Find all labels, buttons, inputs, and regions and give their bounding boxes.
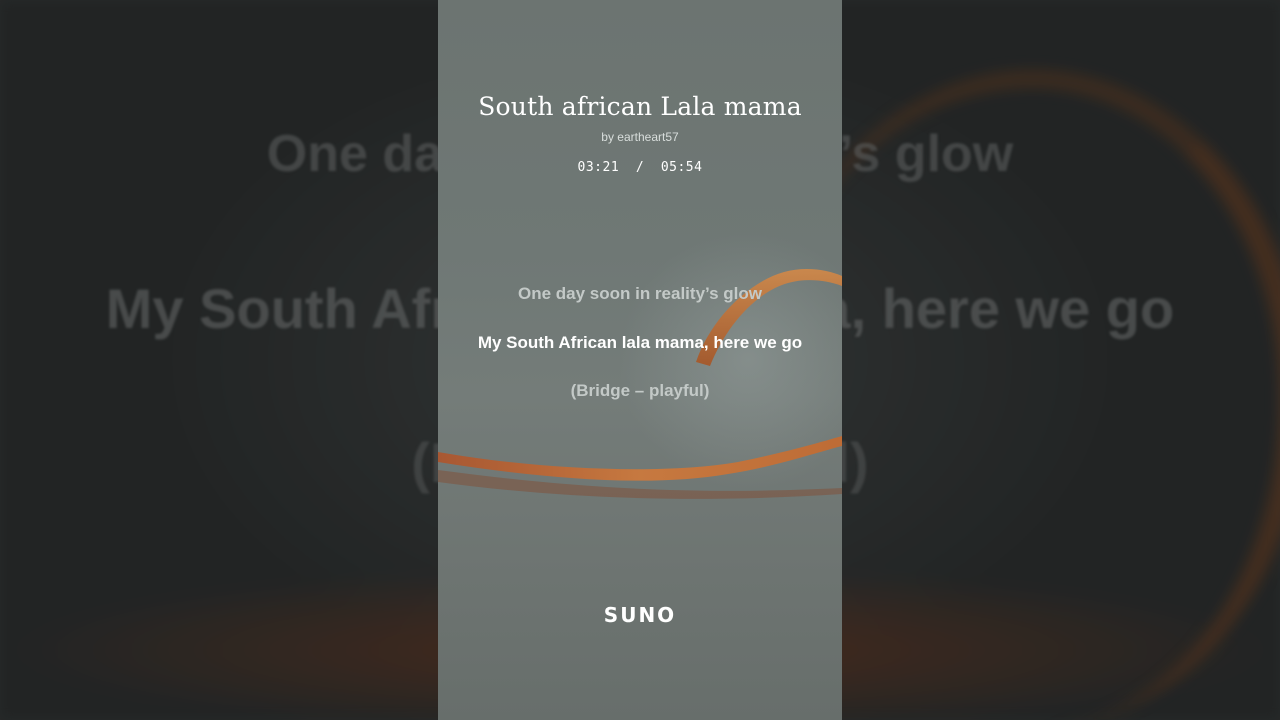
- current-time: 03:21: [577, 160, 620, 175]
- lyric-next-line: (Bridge – playful): [570, 381, 710, 400]
- time-separator: /: [628, 160, 653, 175]
- song-artist: by eartheart57: [601, 130, 679, 144]
- suno-logo: SUNO: [603, 603, 677, 627]
- playback-time: 03:21 / 05:54: [438, 160, 842, 175]
- lyric-current-line: My South African lala mama, here we go: [477, 333, 803, 352]
- total-time: 05:54: [660, 160, 703, 175]
- lyric-previous-line: One day soon in reality’s glow: [517, 284, 763, 303]
- lyric-panel: South african Lala mama by eartheart57 0…: [438, 0, 842, 720]
- time-separator-glyph: /: [635, 160, 645, 175]
- video-frame: One day soon in reality’s glow My South …: [0, 0, 1280, 720]
- song-title: South african Lala mama: [478, 92, 802, 121]
